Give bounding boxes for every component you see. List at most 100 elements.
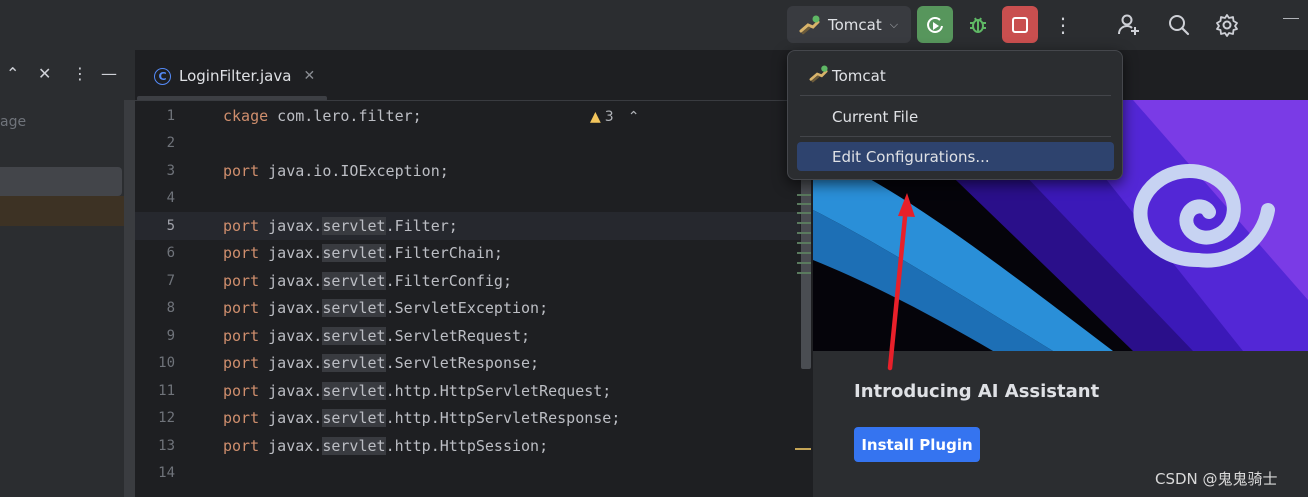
code-segment: .FilterChain; <box>385 244 503 263</box>
install-plugin-button[interactable]: Install Plugin <box>854 427 980 462</box>
project-panel-scrollbar[interactable] <box>124 100 135 497</box>
code-line[interactable]: 3 port java.io.IOException; <box>135 157 800 185</box>
code-segment: .ServletRequest; <box>385 326 531 345</box>
code-line[interactable]: 10 port javax.servlet.ServletResponse; <box>135 350 800 378</box>
line-number[interactable]: 1 <box>135 108 175 124</box>
rerun-button[interactable] <box>917 6 953 43</box>
code-line[interactable]: 9 port javax.servlet.ServletRequest; <box>135 322 800 350</box>
code-highlighted-segment: servlet <box>322 381 386 400</box>
run-configuration-selector[interactable]: Tomcat ⌵ <box>787 6 911 43</box>
project-tree-highlight-row[interactable] <box>0 196 135 226</box>
minimize-window-button[interactable] <box>1283 18 1299 19</box>
search-everywhere-button[interactable] <box>1162 6 1196 43</box>
more-vertical-icon: ⋮ <box>1053 12 1073 37</box>
change-marker <box>797 194 811 196</box>
options-icon[interactable]: ⋮ <box>72 64 88 83</box>
expand-all-icon[interactable]: ⌃ <box>6 64 19 83</box>
popup-divider <box>800 136 1111 137</box>
code-line[interactable]: 5 port javax.servlet.Filter; <box>135 212 800 240</box>
code-keyword: port <box>223 436 260 455</box>
search-icon <box>1169 14 1190 35</box>
code-keyword: port <box>223 409 260 428</box>
code-highlighted-segment: servlet <box>322 354 386 373</box>
code-line[interactable]: 1 ckage com.lero.filter; <box>135 102 800 130</box>
stop-button[interactable] <box>1002 6 1038 43</box>
line-number[interactable]: 4 <box>135 190 175 206</box>
code-segment: javax. <box>259 436 323 455</box>
inspection-widget[interactable]: ▲ 3 ⌃ <box>590 109 639 125</box>
code-line[interactable]: 2 <box>135 130 800 158</box>
code-segment: .http.HttpSession; <box>385 436 549 455</box>
code-text: port javax.servlet.ServletResponse; <box>223 354 539 373</box>
code-segment: .ServletException; <box>385 299 549 318</box>
line-number[interactable]: 13 <box>135 438 175 454</box>
close-icon[interactable]: ✕ <box>303 68 315 84</box>
change-marker <box>797 203 811 205</box>
code-segment: javax. <box>259 216 323 235</box>
line-number[interactable]: 9 <box>135 328 175 344</box>
change-marker <box>797 232 811 234</box>
code-keyword: port <box>223 326 260 345</box>
code-keyword: port <box>223 381 260 400</box>
settings-button[interactable] <box>1210 6 1244 43</box>
editor-tab-loginfilter[interactable]: C LoginFilter.java ✕ <box>148 60 315 92</box>
code-highlighted-segment: servlet <box>322 409 386 428</box>
code-segment: javax. <box>259 409 323 428</box>
code-text: port javax.servlet.http.HttpServletRespo… <box>223 409 620 428</box>
ai-assistant-title: Introducing AI Assistant <box>854 381 1100 402</box>
line-number[interactable]: 8 <box>135 300 175 316</box>
line-number[interactable]: 10 <box>135 355 175 371</box>
line-number[interactable]: 2 <box>135 135 175 151</box>
debug-button[interactable] <box>961 6 995 43</box>
code-editor[interactable]: 1 ckage com.lero.filter; 2 3 port java.io.IO… <box>135 102 800 497</box>
change-marker <box>797 242 811 244</box>
code-line[interactable]: 11 port javax.servlet.http.HttpServletReq… <box>135 377 800 405</box>
stop-icon <box>1012 16 1028 33</box>
popup-item-tomcat[interactable]: Tomcat <box>797 61 1114 90</box>
code-keyword: port <box>223 354 260 373</box>
code-keyword: port <box>223 299 260 318</box>
code-text: port javax.servlet.http.HttpServletReque… <box>223 381 611 400</box>
code-highlighted-segment: servlet <box>322 271 386 290</box>
code-highlighted-segment: servlet <box>322 326 386 345</box>
code-highlighted-segment: servlet <box>322 299 386 318</box>
chevron-up-icon[interactable]: ⌃ <box>628 109 640 125</box>
line-number[interactable]: 11 <box>135 383 175 399</box>
code-segment: javax. <box>259 271 323 290</box>
line-number[interactable]: 3 <box>135 163 175 179</box>
line-number[interactable]: 12 <box>135 410 175 426</box>
line-number[interactable]: 5 <box>135 218 175 234</box>
code-line[interactable]: 7 port javax.servlet.FilterConfig; <box>135 267 800 295</box>
popup-item-current-file[interactable]: Current File <box>797 102 1114 131</box>
java-class-icon: C <box>154 67 171 85</box>
line-number[interactable]: 7 <box>135 273 175 289</box>
more-actions-button[interactable]: ⋮ <box>1046 6 1080 43</box>
popup-item-label: Tomcat <box>832 66 886 85</box>
gear-icon <box>1216 13 1238 37</box>
code-keyword: port <box>223 244 260 263</box>
code-line[interactable]: 6 port javax.servlet.FilterChain; <box>135 240 800 268</box>
change-marker <box>797 262 811 264</box>
run-configuration-label: Tomcat <box>828 15 882 34</box>
code-line[interactable]: 4 <box>135 185 800 213</box>
warning-count: 3 <box>604 109 614 125</box>
hide-panel-icon[interactable]: — <box>101 64 117 83</box>
line-number[interactable]: 6 <box>135 245 175 261</box>
code-segment: javax. <box>259 381 323 400</box>
code-segment: javax. <box>259 354 323 373</box>
popup-item-edit-configurations[interactable]: Edit Configurations... <box>797 142 1114 171</box>
code-text: port javax.servlet.http.HttpSession; <box>223 436 549 455</box>
project-tree-node[interactable]: age <box>0 114 26 130</box>
code-line[interactable]: 12 port javax.servlet.http.HttpServletRes… <box>135 405 800 433</box>
tomcat-icon <box>809 65 828 83</box>
project-tree-selected-row[interactable] <box>0 167 122 196</box>
change-marker <box>797 252 811 254</box>
code-line[interactable]: 13 port javax.servlet.http.HttpSession; <box>135 432 800 460</box>
collapse-all-icon[interactable]: ✕ <box>38 64 51 83</box>
code-line[interactable]: 14 <box>135 460 800 488</box>
code-with-me-button[interactable] <box>1112 6 1146 43</box>
code-segment: javax. <box>259 326 323 345</box>
code-keyword: ckage <box>223 106 269 125</box>
code-line[interactable]: 8 port javax.servlet.ServletException; <box>135 295 800 323</box>
line-number[interactable]: 14 <box>135 465 175 481</box>
